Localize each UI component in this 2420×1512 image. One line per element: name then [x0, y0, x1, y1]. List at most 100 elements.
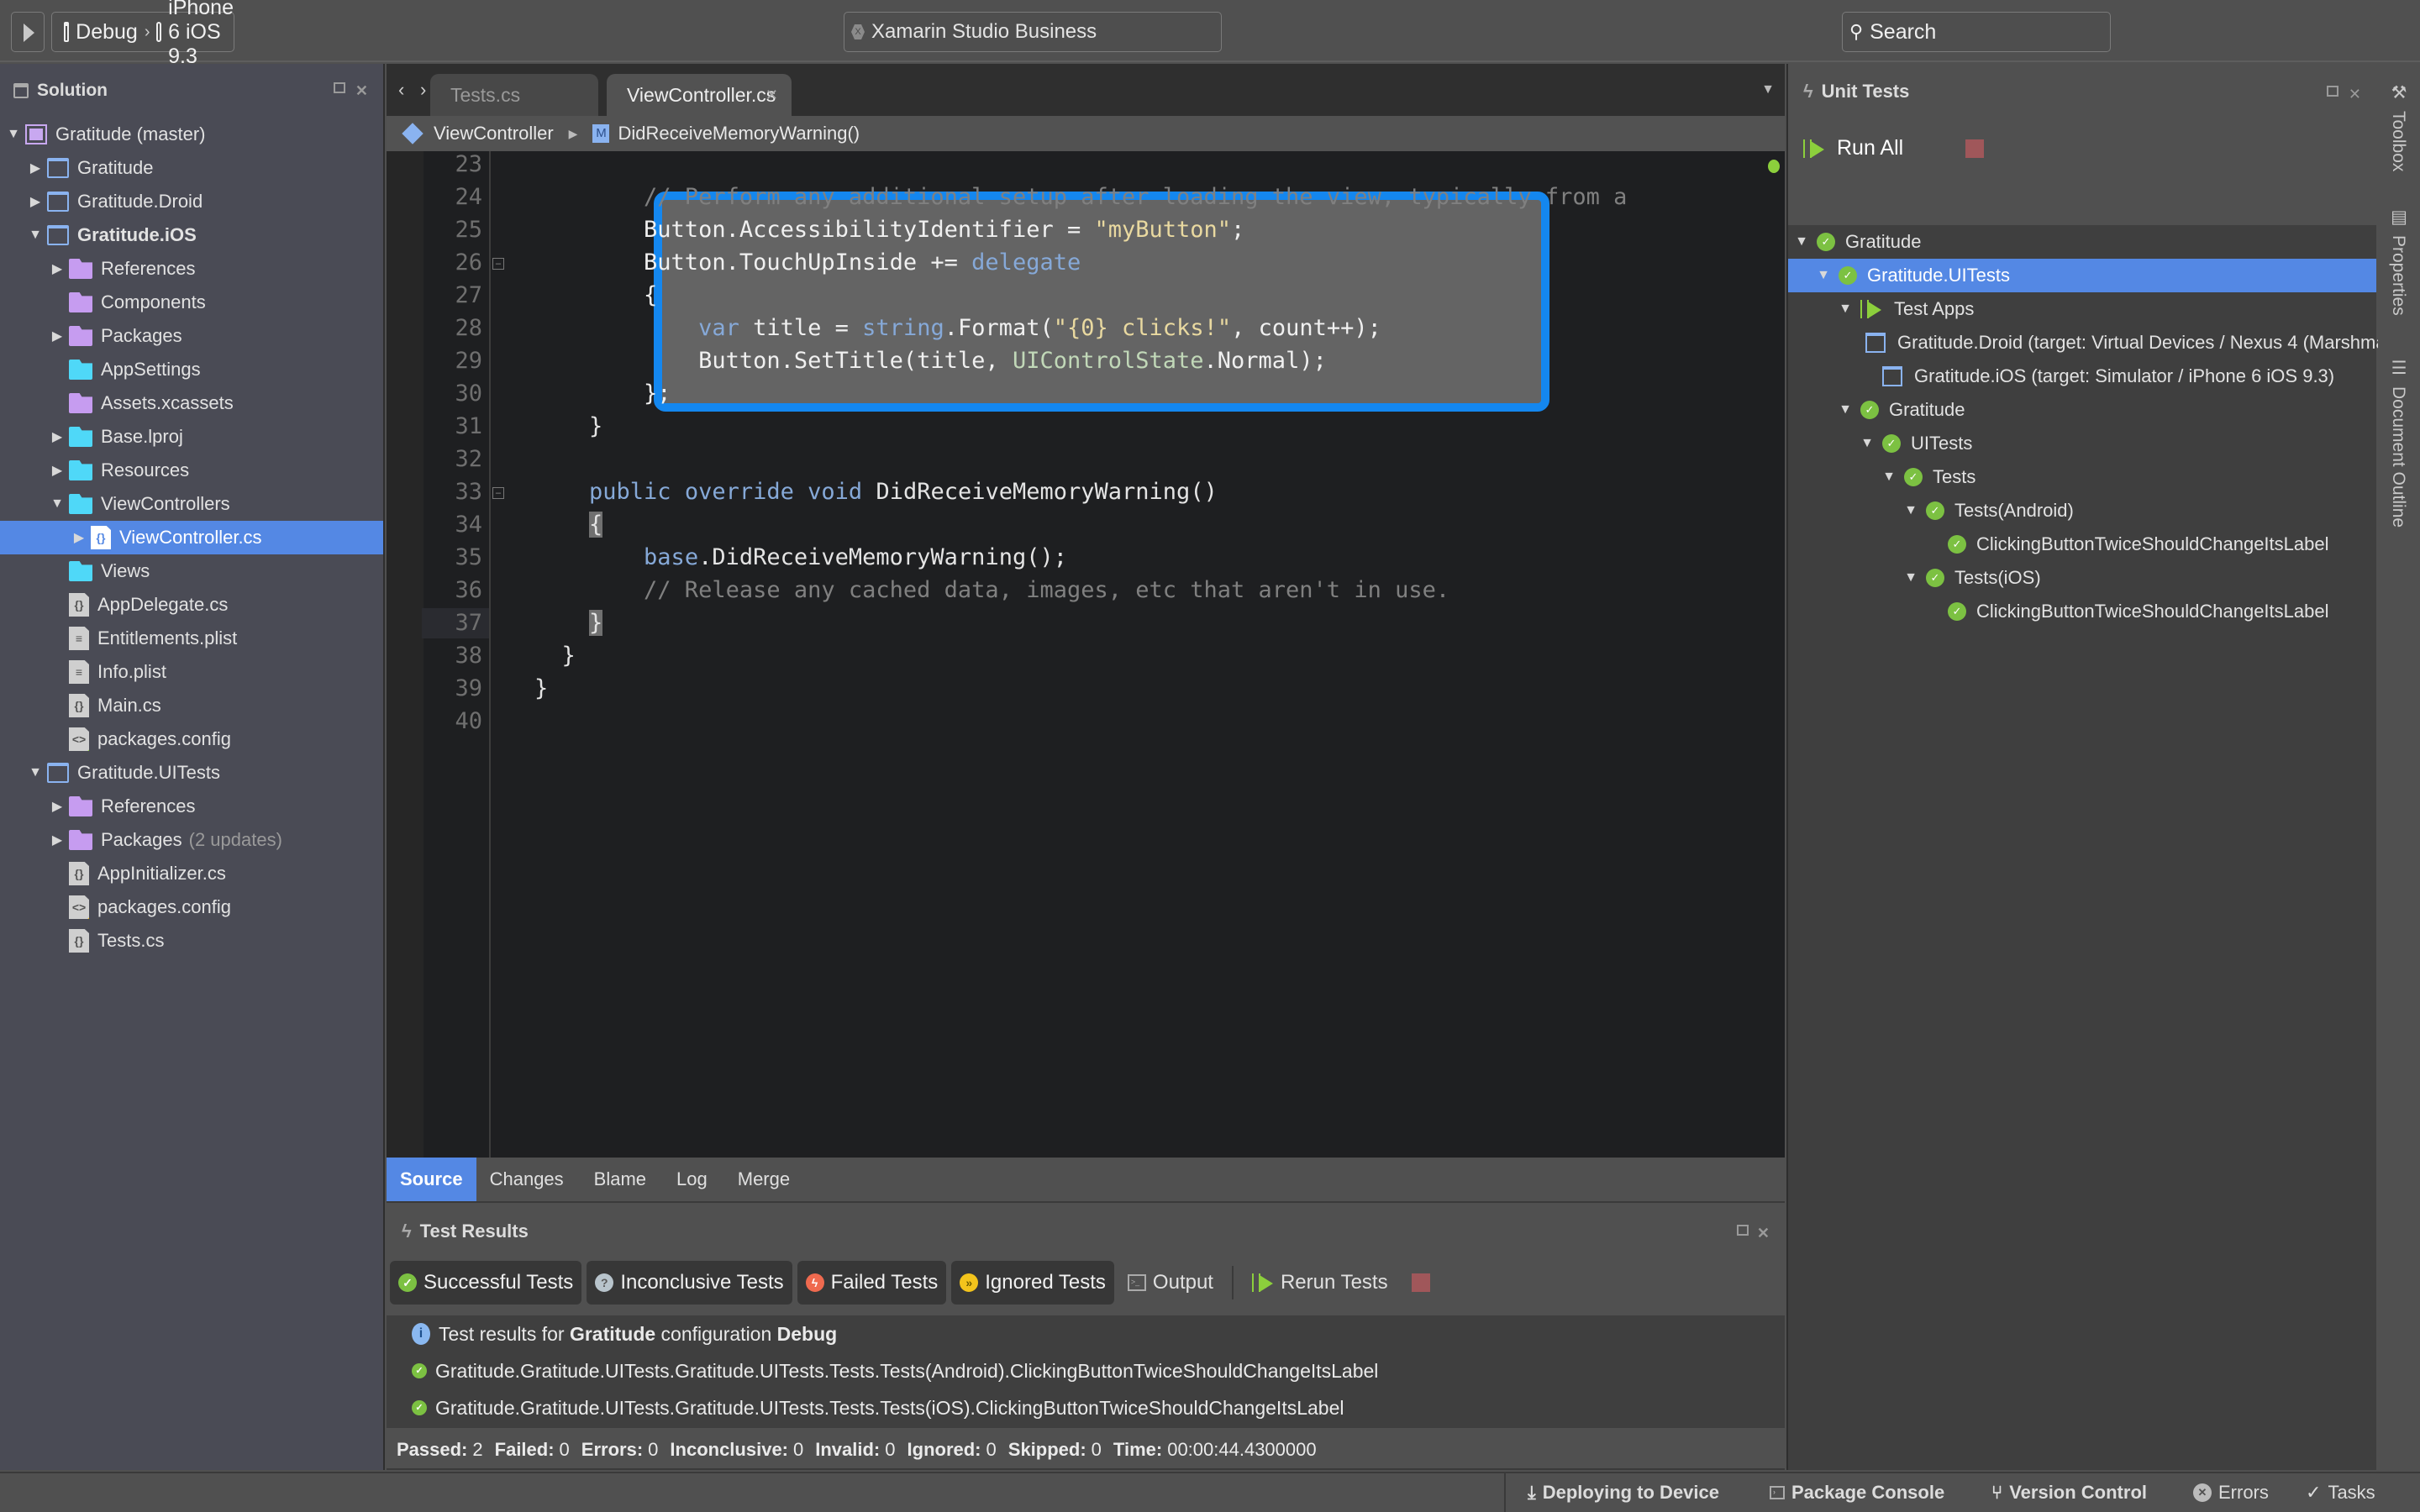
expand-right-icon[interactable]: ▶	[49, 260, 66, 277]
close-tab-icon[interactable]: ✕	[765, 87, 778, 104]
expand-down-icon[interactable]: ▼	[1859, 436, 1876, 451]
tree-item[interactable]: ▶ Gratitude.Droid	[0, 185, 383, 218]
expand-down-icon[interactable]: ▼	[27, 228, 44, 243]
expand-right-icon[interactable]: ▶	[49, 328, 66, 344]
forward-nav-icon[interactable]: ›	[420, 79, 426, 101]
maximize-icon[interactable]	[333, 82, 345, 93]
expand-down-icon[interactable]: ▼	[27, 765, 44, 780]
deploying-to-device[interactable]: ⤓ Deploying to Device	[1528, 1482, 1719, 1504]
package-console-button[interactable]: › Package Console	[1770, 1482, 1944, 1504]
tree-item[interactable]: Assets.xcassets	[0, 386, 383, 420]
maximize-icon[interactable]	[2326, 86, 2338, 97]
expand-down-icon[interactable]: ▼	[5, 127, 22, 142]
expand-right-icon[interactable]: ▶	[49, 798, 66, 815]
tree-item[interactable]: AppSettings	[0, 353, 383, 386]
expand-right-icon[interactable]: ▶	[71, 529, 87, 546]
tree-item[interactable]: ▶ References	[0, 252, 383, 286]
rerun-tests-button[interactable]: Rerun Tests	[1251, 1271, 1388, 1294]
errors-button[interactable]: ✕ Errors	[2193, 1482, 2269, 1504]
expand-down-icon[interactable]: ▼	[1837, 402, 1854, 417]
tree-item[interactable]: ▼ ViewControllers	[0, 487, 383, 521]
fold-toggle-icon[interactable]: −	[492, 258, 504, 270]
tree-item[interactable]: ▶ Packages	[0, 319, 383, 353]
tree-item[interactable]: ≡ Entitlements.plist	[0, 622, 383, 655]
close-icon[interactable]: ✕	[2349, 86, 2361, 103]
tree-item[interactable]: {} Main.cs	[0, 689, 383, 722]
vc-tab-source[interactable]: Source	[387, 1158, 476, 1201]
close-icon[interactable]: ✕	[355, 82, 368, 100]
test-result-row[interactable]: ✓ Gratitude.Gratitude.UITests.Gratitude.U…	[387, 1352, 1785, 1389]
tab-overflow-icon[interactable]: ▼	[1761, 82, 1775, 97]
tree-item[interactable]: {} AppInitializer.cs	[0, 857, 383, 890]
tree-item[interactable]: ▶ Base.lproj	[0, 420, 383, 454]
expand-down-icon[interactable]: ▼	[1902, 503, 1919, 518]
expand-down-icon[interactable]: ▼	[1902, 570, 1919, 585]
tree-item[interactable]: ▼ Gratitude (master)	[0, 118, 383, 151]
unit-test-item[interactable]: ▼ ✓ Gratitude	[1788, 225, 2376, 259]
run-button[interactable]	[11, 12, 45, 52]
dock-toolbox[interactable]: ⚒ Toolbox	[2388, 82, 2408, 171]
unit-test-item[interactable]: ✓ ClickingButtonTwiceShouldChangeItsLabel	[1788, 528, 2376, 561]
maximize-icon[interactable]	[1736, 1225, 1749, 1236]
version-control-button[interactable]: ⑂ Version Control	[1991, 1482, 2147, 1504]
dock-document-outline[interactable]: ☰ Document Outline	[2388, 358, 2408, 528]
tree-item[interactable]: ▶{} ViewController.cs	[0, 521, 383, 554]
vc-tab-log[interactable]: Log	[663, 1158, 724, 1201]
tree-item[interactable]: ▶ Gratitude	[0, 151, 383, 185]
unit-test-item[interactable]: ▼ Test Apps	[1788, 292, 2376, 326]
expand-right-icon[interactable]: ▶	[49, 462, 66, 479]
close-icon[interactable]: ✕	[1757, 1225, 1770, 1242]
vc-tab-blame[interactable]: Blame	[581, 1158, 663, 1201]
stop-button[interactable]	[1965, 139, 1985, 158]
expand-down-icon[interactable]: ▼	[49, 496, 66, 512]
inconclusive-tests-filter[interactable]: ? Inconclusive Tests	[587, 1261, 792, 1305]
tree-item[interactable]: ▼ Gratitude.UITests	[0, 756, 383, 790]
search-input[interactable]: ⚲ Search	[1842, 12, 2111, 52]
tree-item[interactable]: ▶ Resources	[0, 454, 383, 487]
unit-test-item[interactable]: ▼ ✓ Gratitude	[1788, 393, 2376, 427]
breadcrumb-class[interactable]: ViewController	[434, 123, 554, 144]
back-nav-icon[interactable]: ‹	[398, 79, 404, 101]
dock-properties[interactable]: ▤ Properties	[2388, 207, 2408, 316]
unit-test-item[interactable]: ▼ ✓ Gratitude.UITests	[1788, 259, 2376, 292]
unit-test-item[interactable]: ▼ ✓ Tests(Android)	[1788, 494, 2376, 528]
code-editor[interactable]: 23 24 25 26 27 28 29 30 31 32 33 34 35 36 37 38 39 40 // …	[387, 151, 1785, 1158]
tree-item[interactable]: {} AppDelegate.cs	[0, 588, 383, 622]
tree-item[interactable]: {} Tests.cs	[0, 924, 383, 958]
expand-right-icon[interactable]: ▶	[49, 832, 66, 848]
tab-viewcontroller-cs[interactable]: ViewController.cs ✕	[607, 74, 792, 116]
test-result-row[interactable]: ✓ Gratitude.Gratitude.UITests.Gratitude.U…	[387, 1389, 1785, 1426]
vc-tab-changes[interactable]: Changes	[476, 1158, 581, 1201]
tree-item[interactable]: ▶ References	[0, 790, 383, 823]
failed-tests-filter[interactable]: ϟ Failed Tests	[797, 1261, 947, 1305]
run-all-button[interactable]: Run All	[1803, 136, 1985, 160]
tasks-button[interactable]: ✓ Tasks	[2306, 1482, 2375, 1504]
unit-test-item[interactable]: ▼ ✓ UITests	[1788, 427, 2376, 460]
tree-item[interactable]: <> packages.config	[0, 722, 383, 756]
output-button[interactable]: >_ Output	[1127, 1271, 1213, 1294]
expand-down-icon[interactable]: ▼	[1793, 234, 1810, 249]
stop-button[interactable]	[1411, 1273, 1430, 1292]
tree-item[interactable]: ≡ Info.plist	[0, 655, 383, 689]
tree-item[interactable]: ▶ Packages (2 updates)	[0, 823, 383, 857]
expand-down-icon[interactable]: ▼	[1837, 302, 1854, 317]
ignored-tests-filter[interactable]: » Ignored Tests	[951, 1261, 1114, 1305]
fold-toggle-icon[interactable]: −	[492, 487, 504, 499]
vc-tab-merge[interactable]: Merge	[724, 1158, 807, 1201]
tree-item[interactable]: <> packages.config	[0, 890, 383, 924]
successful-tests-filter[interactable]: ✓ Successful Tests	[390, 1261, 582, 1305]
expand-down-icon[interactable]: ▼	[1815, 268, 1832, 283]
tree-item[interactable]: Views	[0, 554, 383, 588]
tree-item[interactable]: ▼ Gratitude.iOS	[0, 218, 383, 252]
unit-test-item[interactable]: ✓ ClickingButtonTwiceShouldChangeItsLabel	[1788, 595, 2376, 628]
tree-item[interactable]: Components	[0, 286, 383, 319]
expand-right-icon[interactable]: ▶	[27, 160, 44, 176]
configuration-selector[interactable]: Debug › iPhone 6 iOS 9.3	[51, 0, 234, 68]
breadcrumb-method[interactable]: DidReceiveMemoryWarning()	[618, 123, 860, 144]
unit-test-item[interactable]: ▼ ✓ Tests	[1788, 460, 2376, 494]
tab-tests-cs[interactable]: Tests.cs	[430, 74, 598, 116]
unit-test-item[interactable]: ▼ ✓ Tests(iOS)	[1788, 561, 2376, 595]
expand-down-icon[interactable]: ▼	[1881, 470, 1897, 485]
expand-right-icon[interactable]: ▶	[27, 193, 44, 210]
unit-test-item[interactable]: Gratitude.Droid (target: Virtual Devices…	[1788, 326, 2420, 360]
